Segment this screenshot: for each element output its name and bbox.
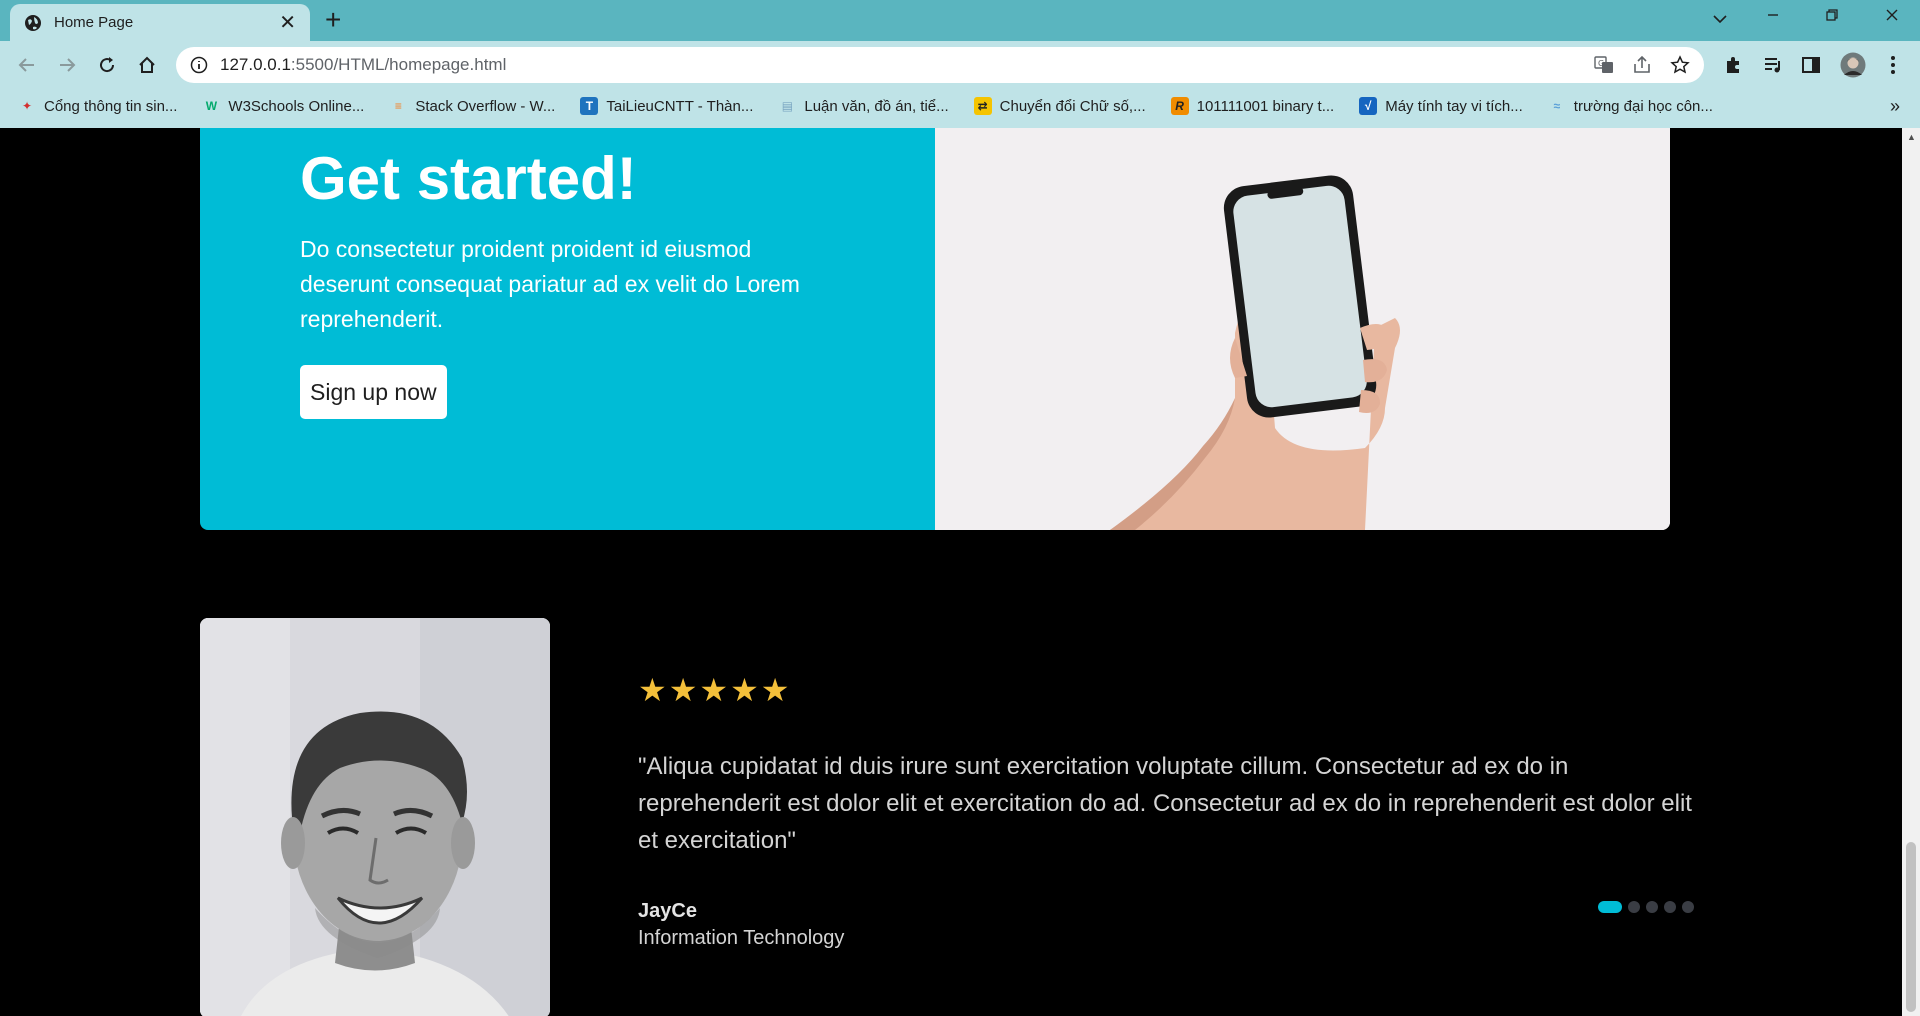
url-path: :5500/HTML/homepage.html bbox=[290, 55, 507, 74]
cta-panel: Get started! Do consectetur proident pro… bbox=[200, 128, 935, 530]
luanvan-icon: ▤ bbox=[781, 99, 794, 113]
scroll-up-icon[interactable]: ▲ bbox=[1907, 132, 1916, 142]
testimonial-role: Information Technology bbox=[638, 927, 845, 949]
calculator-icon: √ bbox=[1359, 97, 1378, 115]
get-started-section: Get started! Do consectetur proident pro… bbox=[200, 128, 1670, 530]
w3schools-icon: W bbox=[205, 99, 218, 113]
rapidtables-icon: R bbox=[1170, 97, 1189, 115]
bookmark-label: trường đại học côn... bbox=[1573, 97, 1713, 115]
share-icon[interactable] bbox=[1632, 55, 1652, 75]
bookmark-star-icon[interactable] bbox=[1670, 55, 1690, 75]
bookmark-label: Cổng thông tin sin... bbox=[44, 97, 178, 115]
bookmark-label: 101111001 binary t... bbox=[1196, 97, 1335, 115]
carousel-dot[interactable] bbox=[1628, 901, 1640, 913]
side-panel-icon[interactable] bbox=[1798, 52, 1824, 78]
carousel-dot[interactable] bbox=[1664, 901, 1676, 913]
bookmark-item[interactable]: ▤ Luận văn, đồ án, tiể... bbox=[778, 97, 949, 115]
restore-icon[interactable] bbox=[1825, 6, 1839, 27]
close-window-icon[interactable] bbox=[1885, 6, 1899, 27]
vnu-logo-icon: ✦ bbox=[21, 99, 33, 113]
bookmark-label: TaiLieuCNTT - Thàn... bbox=[606, 97, 754, 115]
rating-stars: ★ ★ ★ ★ ★ bbox=[638, 674, 791, 706]
bookmark-label: Stack Overflow - W... bbox=[415, 97, 556, 115]
chevron-double-right-icon[interactable]: » bbox=[1890, 96, 1900, 117]
university-icon: ≈ bbox=[1553, 99, 1561, 113]
media-control-icon[interactable] bbox=[1760, 52, 1786, 78]
tab-home-page[interactable]: Home Page ✕ bbox=[10, 4, 310, 41]
carousel-dot[interactable] bbox=[1646, 901, 1658, 913]
translate-icon[interactable]: G bbox=[1594, 55, 1614, 75]
cta-title: Get started! bbox=[300, 145, 637, 212]
carousel-dot[interactable] bbox=[1682, 901, 1694, 913]
bookmarks-bar: ✦ Cổng thông tin sin... W W3Schools Onli… bbox=[0, 92, 1920, 120]
bookmark-item[interactable]: ≈ trường đại học côn... bbox=[1548, 97, 1713, 115]
stackoverflow-icon: ≡ bbox=[394, 99, 402, 113]
bookmark-item[interactable]: ⇄ Chuyển đổi Chữ số,... bbox=[973, 97, 1146, 115]
globe-icon bbox=[24, 14, 42, 32]
address-bar[interactable]: 127.0.0.1:5500/HTML/homepage.html G bbox=[176, 47, 1704, 83]
url-host: 127.0.0.1 bbox=[220, 55, 291, 74]
tailieucntt-icon: T bbox=[580, 97, 599, 115]
site-info-icon[interactable] bbox=[190, 56, 208, 74]
bookmark-item[interactable]: R 101111001 binary t... bbox=[1170, 97, 1335, 115]
testimonial-portrait bbox=[200, 618, 550, 1016]
testimonial-quote: "Aliqua cupidatat id duis irure sunt exe… bbox=[638, 753, 1692, 854]
bookmark-item[interactable]: W W3Schools Online... bbox=[202, 97, 365, 115]
cta-description: Do consectetur proident proident id eius… bbox=[300, 236, 800, 332]
new-tab-icon[interactable]: + bbox=[325, 6, 341, 34]
sign-up-button[interactable]: Sign up now bbox=[300, 365, 447, 419]
tab-title: Home Page bbox=[54, 14, 134, 31]
svg-text:G: G bbox=[1598, 59, 1604, 68]
bookmark-label: Luận văn, đồ án, tiể... bbox=[804, 97, 949, 115]
profile-avatar-icon[interactable] bbox=[1840, 52, 1866, 78]
page-scrollbar[interactable]: ▲ bbox=[1902, 128, 1920, 1016]
scroll-thumb[interactable] bbox=[1906, 842, 1916, 1012]
bookmark-label: Chuyển đổi Chữ số,... bbox=[999, 97, 1146, 115]
tab-search-icon[interactable] bbox=[1712, 8, 1728, 29]
bookmark-label: Máy tính tay vi tích... bbox=[1385, 97, 1523, 115]
close-tab-icon[interactable]: ✕ bbox=[279, 13, 296, 33]
bookmark-item[interactable]: √ Máy tính tay vi tích... bbox=[1359, 97, 1523, 115]
converter-icon: ⇄ bbox=[973, 97, 992, 115]
star-icon: ★ bbox=[699, 672, 729, 708]
bookmark-item[interactable]: ✦ Cổng thông tin sin... bbox=[18, 97, 177, 115]
star-icon: ★ bbox=[760, 672, 790, 708]
bookmark-item[interactable]: ≡ Stack Overflow - W... bbox=[389, 97, 556, 115]
page-viewport: Get started! Do consectetur proident pro… bbox=[0, 128, 1902, 1016]
menu-kebab-icon[interactable] bbox=[1880, 52, 1906, 78]
phone-in-hand-image bbox=[935, 128, 1670, 530]
star-icon: ★ bbox=[730, 672, 759, 708]
minimize-icon[interactable] bbox=[1766, 6, 1780, 27]
home-icon[interactable] bbox=[134, 52, 160, 78]
browser-chrome: Home Page ✕ + 127.0.0.1:5500/HTML/homepa… bbox=[0, 0, 1920, 128]
url-text[interactable]: 127.0.0.1:5500/HTML/homepage.html bbox=[220, 55, 1576, 75]
bookmark-item[interactable]: T TaiLieuCNTT - Thàn... bbox=[580, 97, 753, 115]
carousel-indicators bbox=[1598, 901, 1700, 913]
forward-icon[interactable] bbox=[54, 52, 80, 78]
bookmark-label: W3Schools Online... bbox=[228, 97, 365, 115]
browser-toolbar: 127.0.0.1:5500/HTML/homepage.html G bbox=[0, 41, 1920, 89]
extensions-icon[interactable] bbox=[1720, 52, 1746, 78]
star-icon: ★ bbox=[638, 672, 667, 708]
testimonial-author: JayCe bbox=[638, 900, 697, 922]
star-icon: ★ bbox=[668, 672, 698, 708]
carousel-dot[interactable] bbox=[1598, 901, 1622, 913]
reload-icon[interactable] bbox=[94, 52, 120, 78]
back-icon[interactable] bbox=[14, 52, 40, 78]
title-bar: Home Page ✕ + bbox=[0, 0, 1920, 41]
